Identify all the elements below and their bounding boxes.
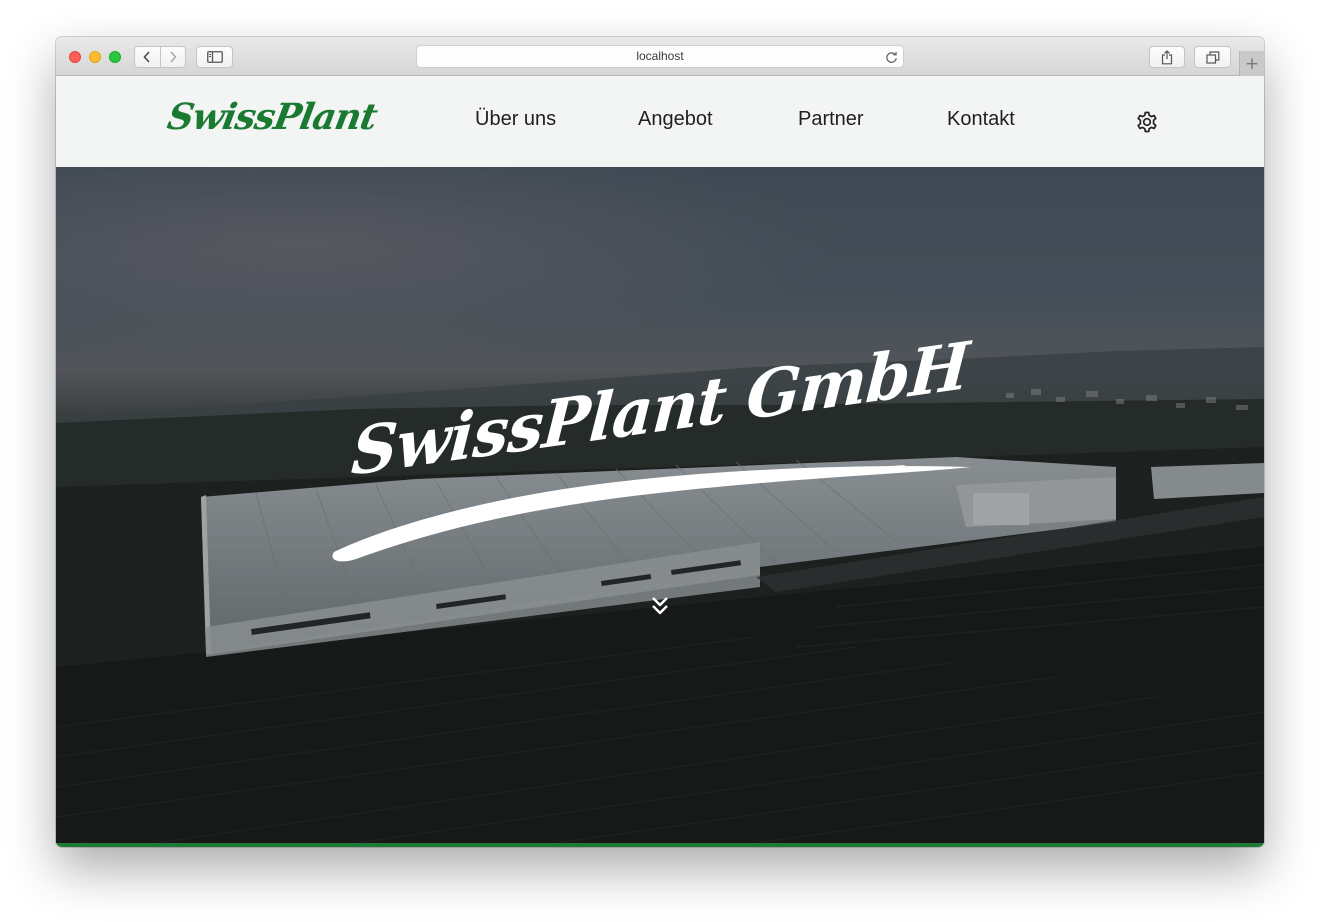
back-button[interactable] [135, 47, 160, 67]
double-chevron-down-icon[interactable] [648, 595, 672, 617]
address-bar[interactable]: localhost [416, 45, 904, 68]
forward-button[interactable] [161, 47, 186, 67]
footer-accent-bar [56, 843, 1264, 847]
minimize-window-button[interactable] [89, 51, 101, 63]
share-button[interactable] [1149, 46, 1185, 68]
fullscreen-window-button[interactable] [109, 51, 121, 63]
share-icon [1161, 49, 1173, 64]
browser-toolbar: localhost + [56, 37, 1264, 76]
reload-icon [886, 51, 897, 63]
nav-item-kontakt[interactable]: Kontakt [947, 108, 1015, 131]
website: SwissPlant Über uns Angebot Partner Kont… [56, 76, 1264, 847]
new-tab-button[interactable]: + [1239, 51, 1264, 76]
browser-window: localhost + SwissPlant Über uns Angebot … [56, 37, 1264, 847]
nav-item-angebot[interactable]: Angebot [638, 108, 713, 131]
sidebar-icon [206, 51, 223, 63]
forward-icon [170, 51, 177, 63]
close-window-button[interactable] [69, 51, 81, 63]
tabs-icon [1205, 50, 1219, 64]
tab-overview-button[interactable] [1194, 46, 1231, 68]
history-nav [134, 46, 186, 68]
site-logo[interactable]: SwissPlant [164, 96, 379, 138]
sidebar-button[interactable] [196, 46, 233, 68]
site-header: SwissPlant Über uns Angebot Partner Kont… [56, 76, 1264, 167]
nav-item-partner[interactable]: Partner [798, 108, 864, 131]
back-icon [143, 51, 150, 63]
plus-icon: + [1244, 53, 1260, 74]
reload-button[interactable] [885, 50, 898, 71]
nav-item-ueber-uns[interactable]: Über uns [475, 108, 556, 131]
url-text: localhost [636, 49, 684, 63]
hero-section: SwissPlant GmbH [56, 167, 1264, 843]
gear-icon[interactable] [1135, 110, 1159, 134]
